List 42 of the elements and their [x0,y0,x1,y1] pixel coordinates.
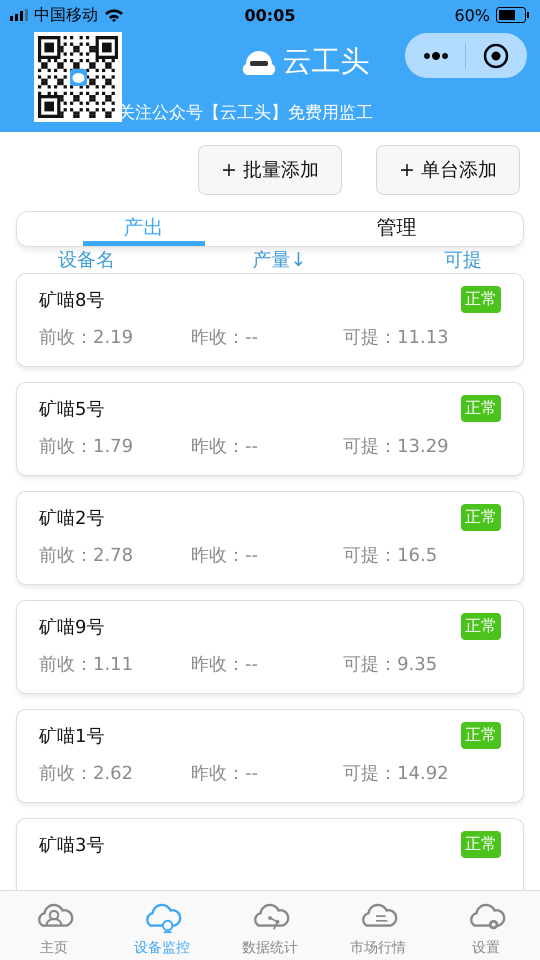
device-card[interactable]: 矿喵5号 正常 前收：1.79 昨收：-- 可提：13.29 [16,382,524,476]
clock-time: 00:05 [244,6,296,24]
device-stat: 可提：11.13 [343,326,450,349]
device-stat: 昨收：-- [191,762,260,785]
device-card[interactable]: 矿喵8号 正常 前收：2.19 昨收：-- 可提：11.13 [16,273,524,367]
add-button[interactable]: + 批量添加 [198,145,342,195]
wifi-icon [104,8,124,22]
tab[interactable]: 管理 [362,214,430,246]
device-stat: 前收：2.78 [39,544,134,567]
battery-icon [496,7,530,23]
device-stat: 昨收：-- [191,435,260,458]
device-card[interactable]: 矿喵2号 正常 前收：2.78 昨收：-- 可提：16.5 [16,491,524,585]
device-name: 矿喵8号 [39,288,104,312]
device-stat: 可提：9.35 [343,653,438,676]
signal-icon [10,9,28,21]
device-name: 矿喵1号 [39,724,104,748]
device-name: 矿喵3号 [39,834,104,856]
add-button[interactable]: + 单台添加 [376,145,520,195]
device-card[interactable]: 矿喵1号 正常 前收：2.62 昨收：-- 可提：14.92 [16,709,524,803]
device-stat: 可提：14.92 [343,762,450,785]
status-badge: 正常 [461,831,501,858]
app-title: 云工头 [282,43,370,80]
status-badge: 正常 [461,613,501,640]
battery-percent: 60% [454,6,490,24]
status-badge: 正常 [461,286,501,313]
device-stat: 前收：2.62 [39,762,134,785]
device-stat: 可提：16.5 [343,544,438,567]
device-stat: 昨收：-- [191,653,260,676]
device-stat: 昨收：-- [191,326,260,349]
device-name: 矿喵9号 [39,616,104,638]
device-card[interactable]: 矿喵9号 正常 前收：1.11 昨收：-- 可提：9.35 [16,600,524,694]
status-badge: 正常 [461,395,501,422]
device-name: 矿喵5号 [39,398,104,420]
status-badge: 正常 [461,722,501,749]
device-stat: 昨收：-- [191,544,260,567]
device-stat: 前收：1.79 [39,435,134,458]
carrier-name: 中国移动 [34,4,98,26]
device-stat: 前收：2.19 [39,326,134,349]
device-name: 矿喵2号 [39,506,104,530]
device-stat: 可提：13.29 [343,435,450,458]
status-badge: 正常 [461,504,501,531]
device-stat: 前收：1.11 [39,653,134,676]
